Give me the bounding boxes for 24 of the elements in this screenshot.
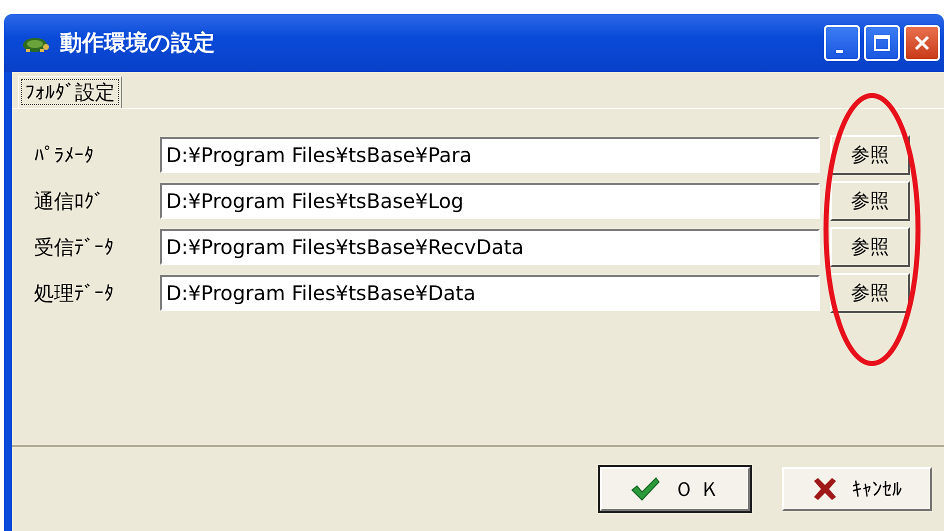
input-field[interactable]: D:¥Program Files¥tsBase¥Log	[160, 183, 820, 219]
browse-button[interactable]: 参照	[830, 227, 910, 267]
tab[interactable]: ﾌｫﾙﾀﾞ設定	[18, 76, 122, 108]
close-icon	[913, 34, 931, 52]
field-label: 通信ﾛｸﾞ	[34, 188, 105, 214]
minimize-button[interactable]	[824, 25, 860, 61]
cancel-button[interactable]: ｷｬﾝｾﾙ	[782, 467, 932, 511]
maximize-icon	[873, 34, 891, 52]
browse-button[interactable]: 参照	[830, 135, 910, 175]
input-field[interactable]: D:¥Program Files¥tsBase¥Para	[160, 137, 820, 173]
cross-icon	[812, 477, 838, 501]
maximize-button[interactable]	[864, 25, 900, 61]
ok-button[interactable]: Ｏ Ｋ	[600, 467, 750, 511]
field-label: ﾊﾟﾗﾒｰﾀ	[34, 143, 95, 167]
browse-button[interactable]: 参照	[830, 273, 910, 313]
input-field[interactable]: D:¥Program Files¥tsBase¥Data	[160, 275, 820, 311]
close-button[interactable]	[904, 25, 940, 61]
field-label: 処理ﾃﾞｰﾀ	[34, 280, 115, 306]
input-field[interactable]: D:¥Program Files¥tsBase¥RecvData	[160, 229, 820, 265]
browse-button[interactable]: 参照	[830, 181, 910, 221]
check-icon	[630, 476, 660, 502]
field-label: 受信ﾃﾞｰﾀ	[34, 234, 115, 260]
minimize-icon	[836, 50, 842, 52]
window-title: 動作環境の設定	[60, 30, 215, 58]
